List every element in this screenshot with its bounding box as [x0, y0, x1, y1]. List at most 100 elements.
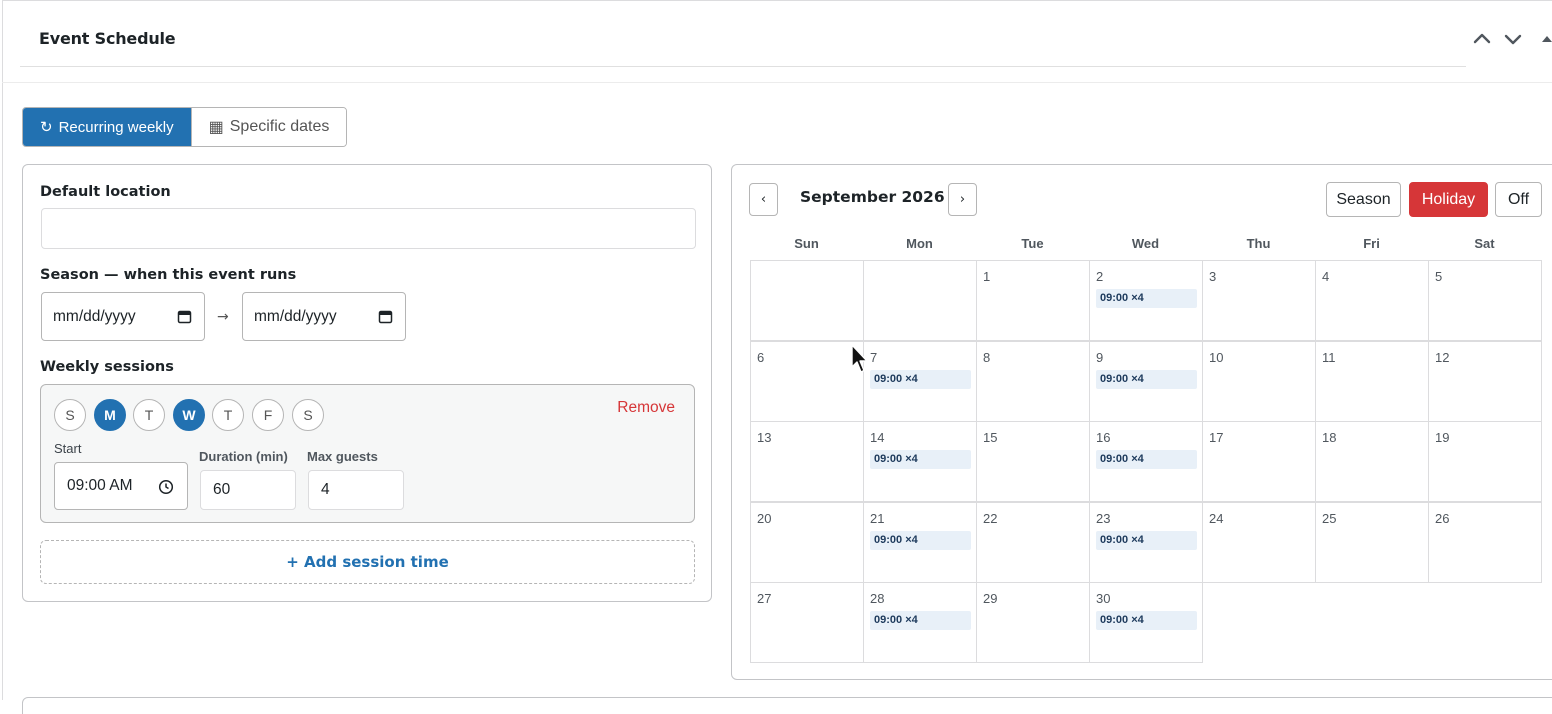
weekday-header: Tue — [1021, 236, 1044, 251]
calendar-day-cell[interactable]: 7 09:00 ×4 — [863, 340, 977, 422]
session-chip[interactable]: 09:00 ×4 — [870, 530, 971, 550]
tab-recurring-weekly[interactable]: ↻ Recurring weekly — [23, 108, 191, 146]
day-toggle-wed[interactable]: W — [173, 399, 205, 431]
location-input[interactable] — [41, 208, 696, 249]
calendar-day-cell[interactable]: 25 — [1315, 501, 1429, 583]
next-month-button[interactable]: › — [948, 183, 977, 216]
calendar-day-cell[interactable] — [863, 260, 977, 341]
day-toggle-thu[interactable]: T — [212, 399, 244, 431]
calendar-day-cell[interactable]: 15 — [976, 421, 1090, 502]
day-number: 6 — [757, 349, 765, 365]
collapse-toggle-icon[interactable] — [1536, 28, 1552, 50]
season-mode-button[interactable]: Season — [1326, 182, 1401, 217]
calendar-day-cell[interactable]: 16 09:00 ×4 — [1089, 421, 1203, 502]
calendar-icon[interactable] — [378, 309, 393, 324]
weekday-header: Sun — [794, 236, 819, 251]
move-down-icon[interactable] — [1502, 28, 1524, 50]
date-placeholder: mm/dd/yyyy — [53, 307, 136, 325]
day-number: 11 — [1322, 349, 1336, 365]
calendar-day-cell[interactable]: 13 — [750, 421, 864, 502]
calendar-day-cell[interactable]: 4 — [1315, 260, 1429, 341]
start-time-input[interactable]: 09:00 AM — [54, 462, 188, 510]
next-panel — [22, 697, 1552, 714]
calendar-card: ‹ September 2026 › Season Holiday Off Su… — [731, 164, 1552, 680]
calendar-day-cell[interactable]: 12 — [1428, 340, 1542, 422]
day-number: 13 — [757, 430, 772, 445]
session-chip[interactable]: 09:00 ×4 — [1096, 611, 1197, 630]
calendar-day-cell[interactable]: 21 09:00 ×4 — [863, 501, 977, 583]
calendar-day-cell[interactable]: 23 09:00 ×4 — [1089, 501, 1203, 583]
season-start-input[interactable]: mm/dd/yyyy — [41, 292, 205, 341]
calendar-day-cell[interactable]: 18 — [1315, 421, 1429, 502]
tab-label: Recurring weekly — [58, 118, 174, 136]
calendar-day-cell[interactable]: 17 — [1202, 421, 1316, 502]
max-guests-input[interactable]: 4 — [308, 470, 404, 510]
calendar-day-cell[interactable]: 28 09:00 ×4 — [863, 582, 977, 663]
day-toggle-sun[interactable]: S — [54, 399, 86, 431]
prev-month-button[interactable]: ‹ — [749, 183, 778, 216]
calendar-day-cell[interactable]: 20 — [750, 501, 864, 583]
clock-icon[interactable] — [158, 479, 174, 495]
day-number: 15 — [983, 430, 998, 445]
day-number: 30 — [1096, 591, 1111, 606]
day-number: 7 — [870, 349, 878, 365]
day-toggle-tue[interactable]: T — [133, 399, 165, 431]
calendar-day-cell[interactable]: 19 — [1428, 421, 1542, 502]
day-number: 10 — [1209, 349, 1224, 365]
calendar-day-cell[interactable] — [750, 260, 864, 341]
day-number: 16 — [1096, 430, 1111, 445]
tab-specific-dates[interactable]: ▦ Specific dates — [190, 108, 347, 146]
weekday-header: Fri — [1363, 236, 1380, 251]
calendar-day-cell[interactable]: 22 — [976, 501, 1090, 583]
move-up-icon[interactable] — [1471, 28, 1493, 50]
calendar-day-cell[interactable]: 1 — [976, 260, 1090, 341]
calendar-day-cell[interactable]: 14 09:00 ×4 — [863, 421, 977, 502]
calendar-day-cell[interactable]: 29 — [976, 582, 1090, 663]
month-title: September 2026 — [800, 188, 945, 206]
day-number: 23 — [1096, 510, 1111, 526]
day-number: 17 — [1209, 430, 1224, 445]
calendar-day-cell[interactable]: 10 — [1202, 340, 1316, 422]
off-mode-button[interactable]: Off — [1495, 182, 1542, 217]
add-session-button[interactable]: + Add session time — [40, 540, 695, 584]
calendar-day-cell[interactable]: 27 — [750, 582, 864, 663]
session-chip[interactable]: 09:00 ×4 — [1096, 289, 1197, 308]
weekday-header: Wed — [1131, 236, 1160, 251]
season-end-input[interactable]: mm/dd/yyyy — [242, 292, 406, 341]
session-chip[interactable]: 09:00 ×4 — [1096, 530, 1197, 550]
calendar-day-cell[interactable]: 11 — [1315, 340, 1429, 422]
holiday-mode-button[interactable]: Holiday — [1409, 182, 1488, 217]
day-number: 14 — [870, 430, 885, 445]
calendar-day-cell[interactable]: 24 — [1202, 501, 1316, 583]
duration-input[interactable]: 60 — [200, 470, 296, 510]
day-toggle-mon[interactable]: M — [94, 399, 126, 431]
calendar-day-cell[interactable]: 5 — [1428, 260, 1542, 341]
schedule-settings-card: Default location Season — when this even… — [22, 164, 712, 602]
session-chip[interactable]: 09:00 ×4 — [1096, 450, 1197, 469]
day-number: 21 — [870, 510, 885, 526]
day-number: 20 — [757, 510, 772, 526]
calendar-day-cell[interactable]: 6 — [750, 340, 864, 422]
calendar-day-cell[interactable]: 26 — [1428, 501, 1542, 583]
remove-session-button[interactable]: Remove — [617, 399, 675, 417]
calendar-day-cell[interactable]: 3 — [1202, 260, 1316, 341]
calendar-day-cell[interactable]: 8 — [976, 340, 1090, 422]
day-toggle-sat[interactable]: S — [292, 399, 324, 431]
calendar-day-cell[interactable]: 9 09:00 ×4 — [1089, 340, 1203, 422]
session-chip[interactable]: 09:00 ×4 — [870, 611, 971, 630]
day-number: 24 — [1209, 510, 1224, 526]
session-chip[interactable]: 09:00 ×4 — [870, 450, 971, 469]
day-number: 4 — [1322, 269, 1330, 284]
calendar-day-cell[interactable]: 2 09:00 ×4 — [1089, 260, 1203, 341]
session-chip[interactable]: 09:00 ×4 — [870, 369, 971, 389]
day-toggle-fri[interactable]: F — [252, 399, 284, 431]
day-number: 26 — [1435, 510, 1450, 526]
panel-title: Event Schedule — [39, 29, 176, 48]
session-chip[interactable]: 09:00 ×4 — [1096, 369, 1197, 389]
day-number: 19 — [1435, 430, 1450, 445]
day-number: 29 — [983, 591, 998, 606]
calendar-icon[interactable] — [177, 309, 192, 324]
schedule-mode-tabs: ↻ Recurring weekly ▦ Specific dates — [22, 107, 348, 147]
calendar-day-cell[interactable]: 30 09:00 ×4 — [1089, 582, 1203, 663]
repeat-icon: ↻ — [40, 119, 53, 136]
